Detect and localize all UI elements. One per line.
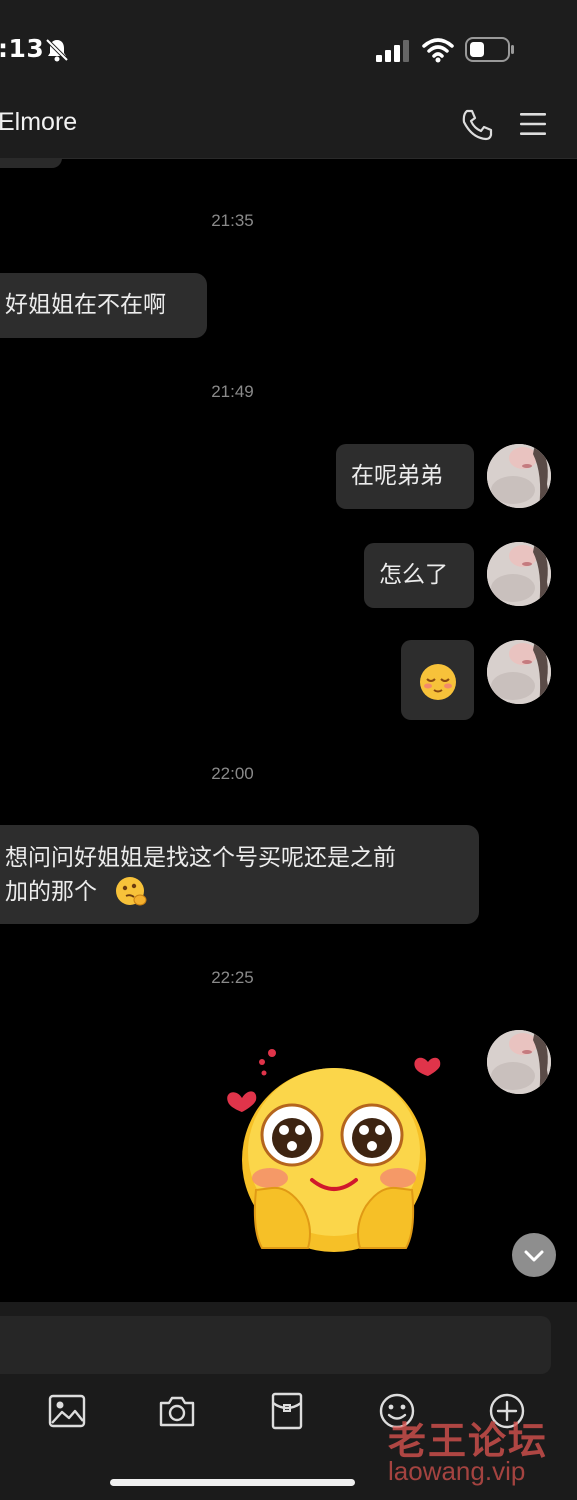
- avatar-photo: [487, 444, 551, 508]
- message-text: 怎么了: [379, 562, 448, 588]
- timestamp: 21:35: [211, 211, 254, 230]
- sent-emoji-message[interactable]: [401, 640, 474, 720]
- watermark-url: laowang.vip: [388, 1456, 526, 1486]
- home-indicator[interactable]: [110, 1479, 355, 1486]
- message-text-line: 想问问好姐姐是找这个号买呢还是之前: [5, 845, 396, 871]
- timestamp: 22:00: [211, 764, 254, 783]
- message-text: 好姐姐在不在啊: [5, 292, 166, 318]
- silent-bell-icon: [45, 38, 69, 62]
- message-input[interactable]: [0, 1316, 551, 1374]
- timestamp: 21:49: [211, 382, 254, 401]
- message-text-line: 加的那个: [5, 879, 97, 905]
- camera-icon[interactable]: [157, 1391, 197, 1431]
- battery-icon: [465, 37, 514, 62]
- phone-icon[interactable]: [460, 108, 494, 142]
- message-text: 在呢弟弟: [351, 463, 443, 489]
- avatar[interactable]: [487, 542, 551, 606]
- avatar[interactable]: [487, 1030, 551, 1094]
- avatar[interactable]: [487, 640, 551, 704]
- avatar-photo: [487, 640, 551, 704]
- avatar[interactable]: [487, 444, 551, 508]
- menu-icon[interactable]: [518, 111, 548, 137]
- wifi-icon: [422, 38, 454, 63]
- cute-face-sticker-icon[interactable]: [222, 1040, 452, 1260]
- chevron-down-icon: [524, 1250, 544, 1262]
- previous-message-bubble: [0, 158, 62, 168]
- status-bar: :13: [0, 0, 577, 98]
- received-message[interactable]: 好姐姐在不在啊: [0, 273, 207, 338]
- image-icon[interactable]: [47, 1391, 87, 1431]
- contact-name: Elmore: [0, 108, 78, 136]
- red-packet-icon[interactable]: [267, 1391, 307, 1431]
- shy-smile-emoji-icon: [420, 664, 456, 700]
- avatar-photo: [487, 1030, 551, 1094]
- received-message[interactable]: 想问问好姐姐是找这个号买呢还是之前 加的那个: [0, 825, 479, 924]
- sent-message[interactable]: 怎么了: [364, 543, 474, 608]
- signal-icon: [376, 40, 409, 62]
- timestamp: 22:25: [211, 968, 254, 987]
- status-time: :13: [0, 34, 45, 63]
- thinking-emoji-icon: [116, 877, 147, 906]
- scroll-to-bottom-button[interactable]: [512, 1233, 556, 1277]
- sent-message[interactable]: 在呢弟弟: [336, 444, 474, 509]
- avatar-photo: [487, 542, 551, 606]
